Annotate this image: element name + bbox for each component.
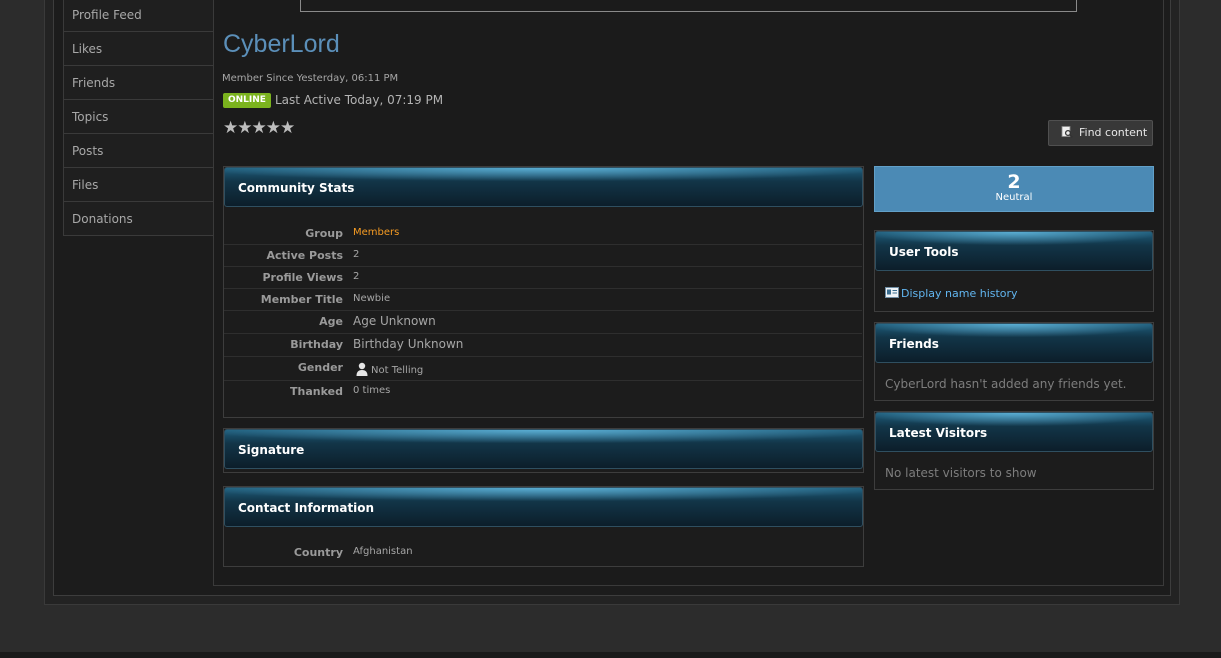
profile-username: CyberLord [223,30,340,58]
sidebar-item-posts[interactable]: Posts [63,134,214,168]
sidebar-item-donations[interactable]: Donations [63,202,214,236]
gender-person-icon [356,362,368,376]
profile-header-box [300,0,1077,12]
id-card-icon [885,287,899,298]
reputation-box: 2 Neutral [874,166,1154,212]
profile-sidebar-nav: Profile Feed Likes Friends Topics Posts … [63,0,214,236]
user-tools-box: User Tools Display name history [874,230,1154,312]
stat-row-country: Country Afghanistan [224,542,862,564]
sidebar-item-friends[interactable]: Friends [63,66,214,100]
contact-info-box: Contact Information Country Afghanistan [223,486,864,567]
community-stats-box: Community Stats Group Members Active Pos… [223,166,864,418]
friends-header: Friends [875,323,1153,363]
bottom-bar [0,652,1221,658]
find-content-label: Find content [1079,126,1148,139]
stat-label: Birthday [290,338,343,351]
stat-value: Birthday Unknown [353,337,464,351]
latest-visitors-box: Latest Visitors No latest visitors to sh… [874,411,1154,490]
sidebar-item-topics[interactable]: Topics [63,100,214,134]
display-name-history-link[interactable]: Display name history [885,286,1018,300]
reputation-label: Neutral [995,192,1033,203]
stat-row-birthday: Birthday Birthday Unknown [224,334,862,357]
stat-value: Age Unknown [353,314,436,328]
stat-label: Age [319,315,343,328]
stat-label: Gender [297,361,343,374]
stat-label: Country [293,546,343,559]
stat-value: Newbie [353,293,391,304]
last-active: Last Active Today, 07:19 PM [275,93,444,107]
sidebar-item-likes[interactable]: Likes [63,32,214,66]
stat-label: Profile Views [262,271,343,284]
group-link[interactable]: Members [353,227,399,238]
signature-box: Signature [223,428,864,473]
stat-row-group: Group Members [224,223,862,245]
stat-label: Group [305,227,343,240]
friends-box: Friends CyberLord hasn't added any frien… [874,322,1154,401]
community-stats-header: Community Stats [224,167,863,207]
gender-value: Not Telling [371,365,424,376]
stat-value: Afghanistan [353,546,413,557]
reputation-value: 2 [1007,171,1021,193]
stat-row-profile-views: Profile Views 2 [224,267,862,289]
friends-empty-text: CyberLord hasn't added any friends yet. [885,377,1127,391]
contact-info-header: Contact Information [224,487,863,527]
signature-header: Signature [224,429,863,469]
stat-label: Member Title [260,293,343,306]
stat-row-active-posts: Active Posts 2 [224,245,862,267]
stat-row-thanked: Thanked 0 times [224,381,862,403]
find-content-button[interactable]: Find content [1048,120,1153,146]
stat-value: Not Telling [355,361,423,377]
stat-value: 2 [353,249,360,260]
stat-row-member-title: Member Title Newbie [224,289,862,311]
latest-visitors-header: Latest Visitors [875,412,1153,452]
sidebar-item-profile-feed[interactable]: Profile Feed [63,0,214,32]
latest-visitors-empty-text: No latest visitors to show [885,466,1037,480]
sidebar-item-files[interactable]: Files [63,168,214,202]
stat-label: Active Posts [266,249,344,262]
member-since: Member Since Yesterday, 06:11 PM [222,73,399,84]
stat-value: 2 [353,271,360,282]
stat-value: 0 times [353,385,391,396]
magnifier-icon [1061,123,1073,138]
display-name-history-label: Display name history [901,287,1018,300]
online-badge: ONLINE [223,93,271,108]
stat-row-gender: Gender Not Telling [224,357,862,381]
rating-stars[interactable]: ★★★★★ [223,118,295,138]
stat-row-age: Age Age Unknown [224,311,862,334]
user-tools-header: User Tools [875,231,1153,271]
stat-label: Thanked [290,385,343,398]
